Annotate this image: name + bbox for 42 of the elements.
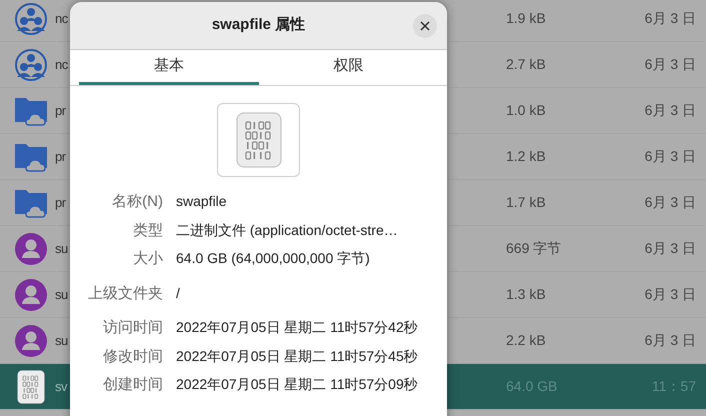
field-label: 修改时间 [102, 346, 163, 366]
field-value: 2022年07月05日 星期二 11时57分45秒 [176, 346, 419, 366]
file-size: 2.2 kB [506, 331, 547, 350]
file-name: su [55, 286, 68, 304]
file-size: 669 字节 [506, 239, 562, 258]
file-size: 1.0 kB [506, 101, 547, 120]
file-date: 6月 3 日 [644, 9, 696, 28]
field-label: 类型 [132, 220, 163, 240]
field-value: 2022年07月05日 星期二 11时57分09秒 [176, 375, 419, 394]
file-name: pr [55, 194, 66, 212]
field-value: 二进制文件 (application/octet-stre… [176, 220, 399, 240]
file-name: su [55, 240, 68, 258]
field-label: 上级文件夹 [87, 284, 163, 304]
file-name: sv [55, 378, 67, 396]
file-date: 6月 3 日 [644, 55, 696, 74]
field-value: / [176, 284, 181, 302]
field-label: 大小 [132, 249, 163, 269]
file-date: 6月 3 日 [644, 147, 696, 166]
field-label: 名称(N) [111, 192, 163, 212]
file-name: nc [55, 10, 68, 28]
file-name: nc [55, 56, 68, 74]
file-size: 1.2 kB [506, 147, 547, 166]
file-size: 1.7 kB [506, 193, 547, 212]
file-date: 6月 3 日 [644, 331, 696, 350]
file-date: 6月 3 日 [644, 101, 696, 120]
file-date: 6月 3 日 [644, 239, 696, 258]
file-name: pr [55, 148, 66, 166]
field-value: swapfile [176, 192, 228, 211]
file-size: 1.9 kB [506, 9, 547, 28]
file-name: su [55, 332, 68, 350]
file-size: 2.7 kB [506, 55, 547, 74]
field-value: 2022年07月05日 星期二 11时57分42秒 [176, 318, 419, 337]
field-label: 创建时间 [102, 375, 163, 395]
file-size: 64.0 GB [506, 377, 558, 396]
file-date: 6月 3 日 [644, 193, 696, 212]
file-date: 6月 3 日 [644, 285, 696, 304]
file-size: 1.3 kB [506, 285, 547, 304]
file-name: pr [55, 102, 66, 120]
field-value: 64.0 GB (64,000,000,000 字节) [176, 249, 371, 268]
field-label: 访问时间 [102, 318, 163, 338]
window-title: swapfile 属性 [212, 15, 306, 36]
file-date: 11：57 [650, 377, 696, 396]
